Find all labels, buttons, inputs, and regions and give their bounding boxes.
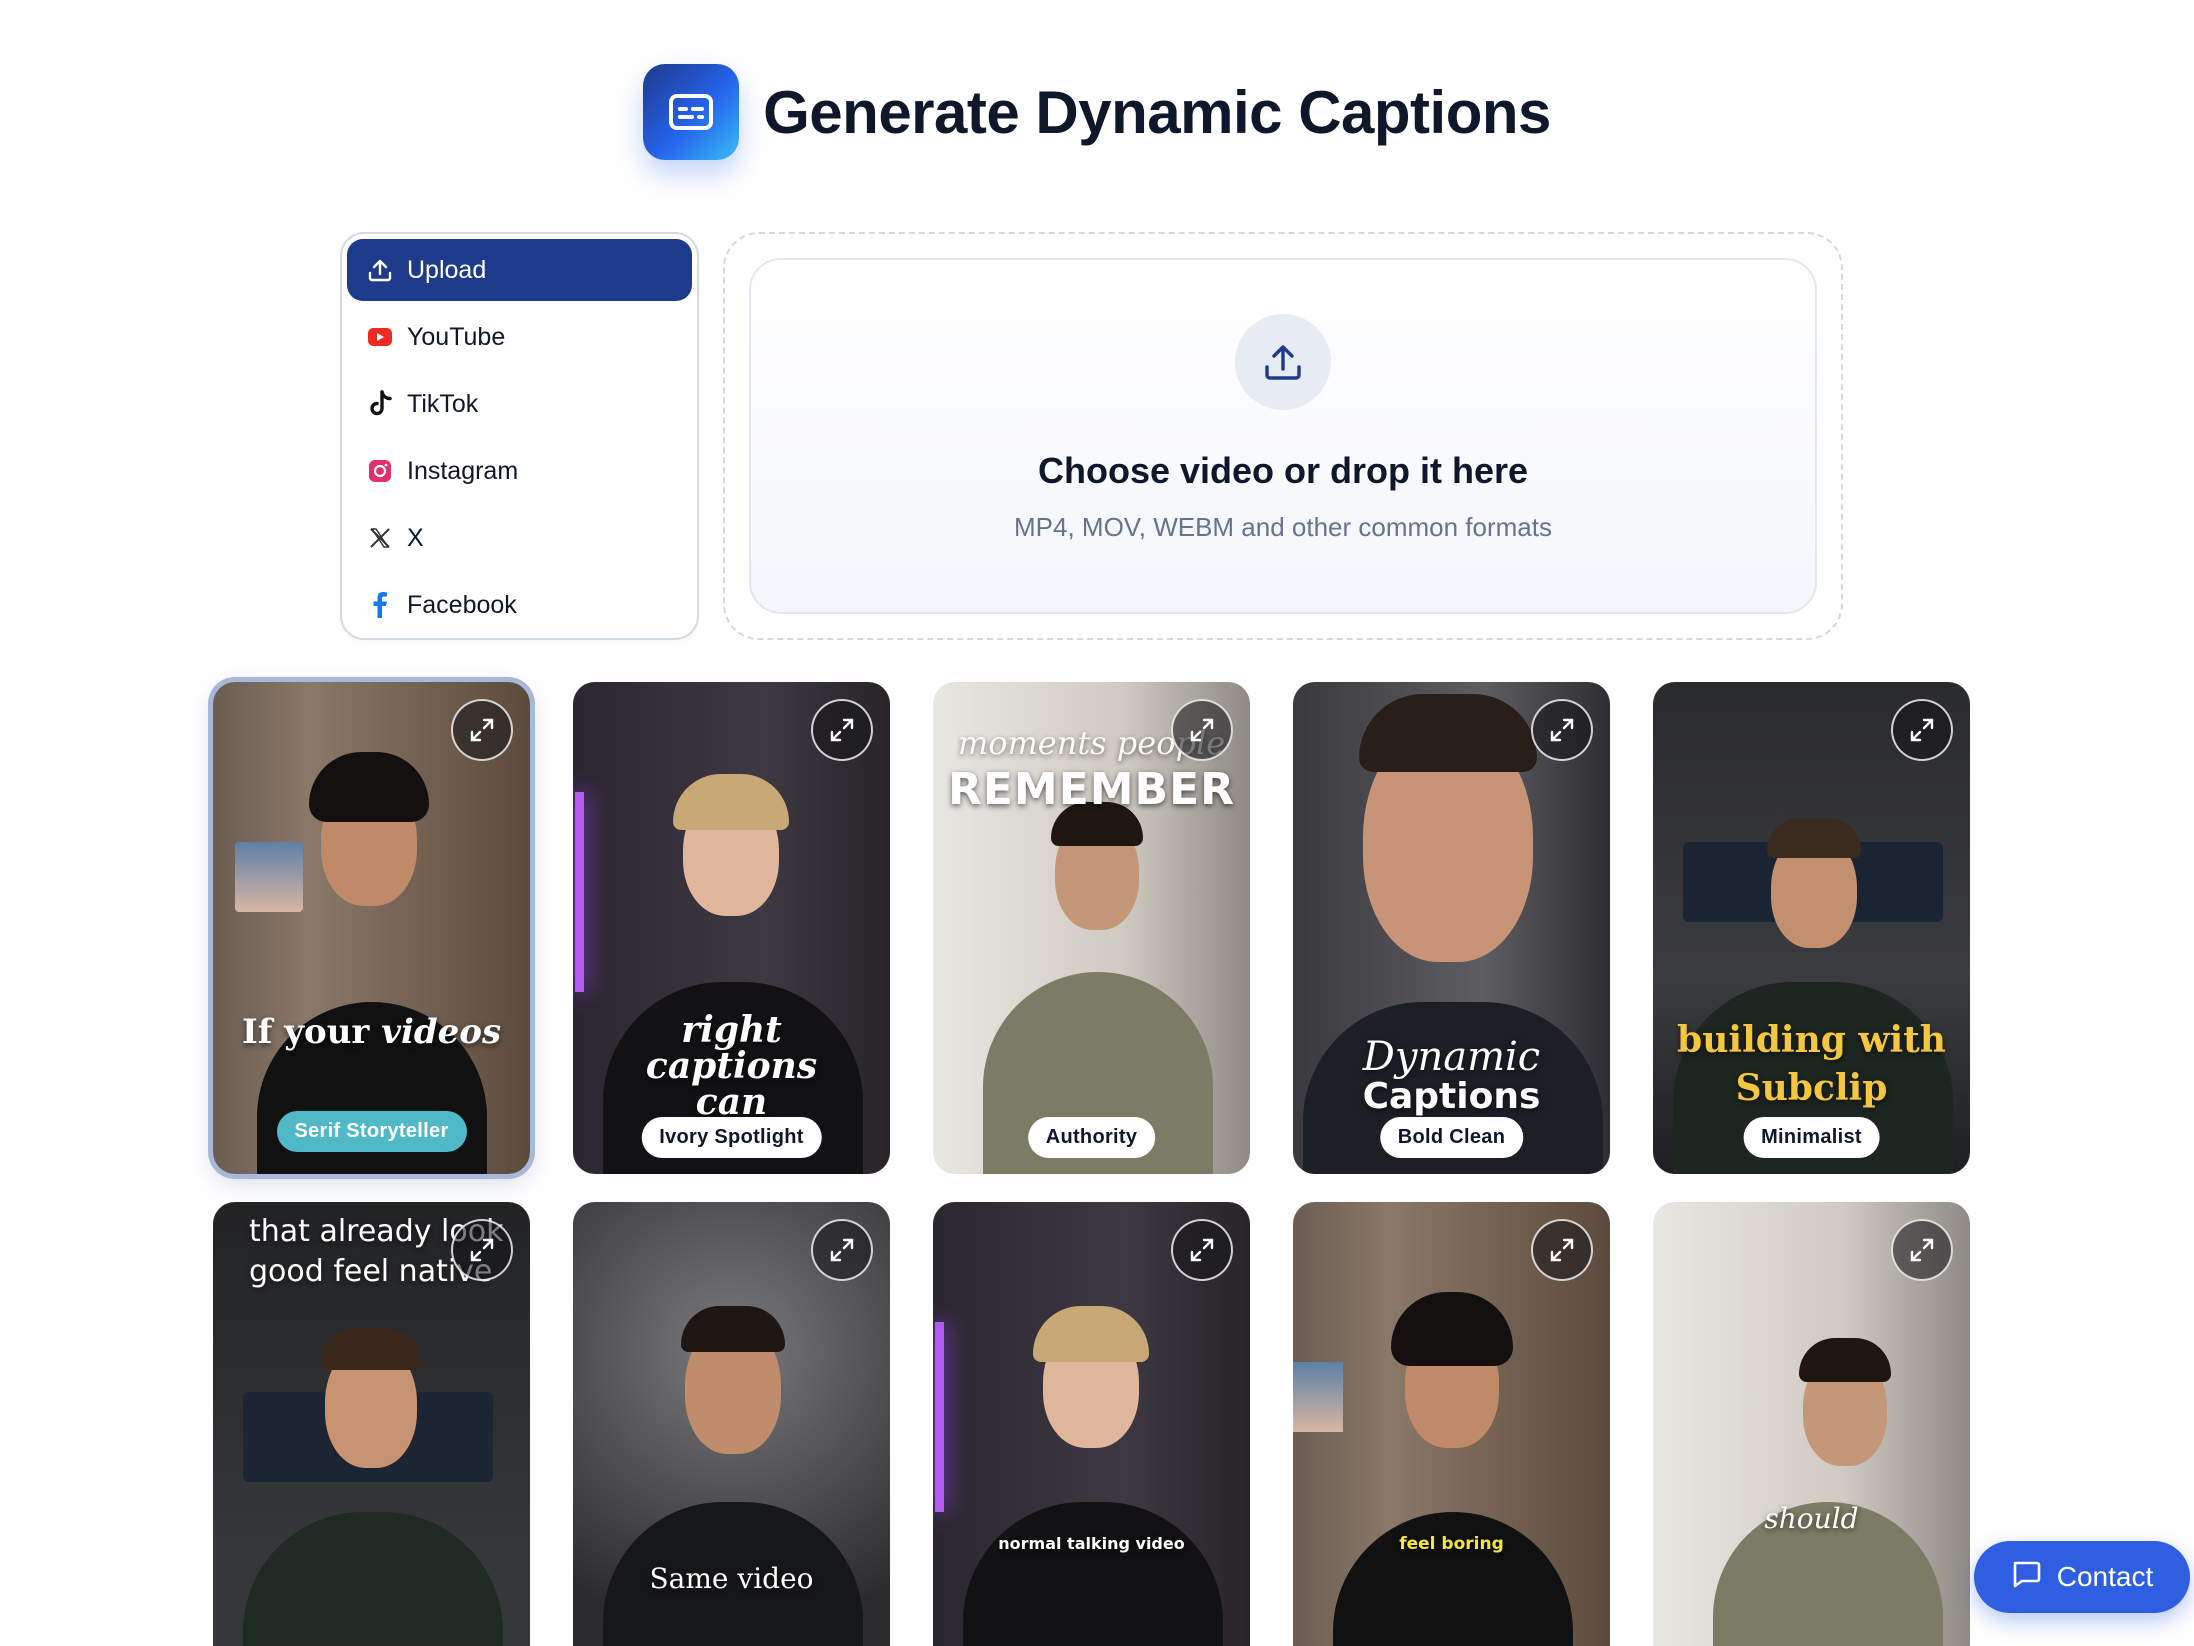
style-card-8[interactable]: normal talking video — [933, 1202, 1250, 1646]
caption-preview: building with Subclip — [1677, 1019, 1946, 1109]
tiktok-icon — [365, 389, 395, 419]
style-name-badge: Ivory Spotlight — [641, 1117, 822, 1158]
person-hair — [309, 752, 429, 822]
captions-icon — [643, 64, 740, 160]
style-name-badge: Serif Storyteller — [276, 1111, 467, 1152]
source-nav: Upload YouTube TikTok Instagram X Facebo… — [340, 232, 699, 640]
caption-preview: If your videos — [241, 1012, 502, 1052]
source-tab-youtube[interactable]: YouTube — [347, 306, 692, 368]
chat-icon — [2011, 1560, 2041, 1595]
contact-button[interactable]: Contact — [1974, 1541, 2190, 1613]
person-hair — [673, 774, 789, 830]
expand-icon[interactable] — [451, 699, 513, 761]
expand-icon[interactable] — [1171, 699, 1233, 761]
expand-icon[interactable] — [811, 699, 873, 761]
expand-icon[interactable] — [1531, 699, 1593, 761]
source-tab-label: Upload — [407, 255, 487, 284]
expand-icon[interactable] — [451, 1219, 513, 1281]
person-hair — [1391, 1292, 1513, 1366]
person-torso — [963, 1502, 1223, 1646]
source-tab-instagram[interactable]: Instagram — [347, 440, 692, 502]
caption-preview: feel boring — [1399, 1534, 1504, 1554]
style-card-minimalist[interactable]: building with Subclip Minimalist — [1653, 682, 1970, 1174]
caption-style-grid: If your videos Serif Storyteller right ca… — [213, 682, 1983, 1646]
style-card-bold-clean[interactable]: Dynamic Captions Bold Clean — [1293, 682, 1610, 1174]
caption-preview: right captions can — [645, 1009, 818, 1123]
person-torso — [1333, 1512, 1573, 1646]
upload-icon — [365, 255, 395, 285]
x-icon — [365, 523, 395, 553]
person-hair — [681, 1306, 785, 1352]
style-card-authority[interactable]: moments people REMEMBER Authority — [933, 682, 1250, 1174]
dropzone-panel[interactable]: Choose video or drop it here MP4, MOV, W… — [749, 258, 1817, 614]
person-hair — [1767, 818, 1861, 858]
style-card-7[interactable]: Same video — [573, 1202, 890, 1646]
style-card-6[interactable]: that already look good feel native — [213, 1202, 530, 1646]
source-tab-tiktok[interactable]: TikTok — [347, 373, 692, 435]
caption-preview: should — [1764, 1502, 1859, 1535]
expand-icon[interactable] — [1171, 1219, 1233, 1281]
person-hair — [1359, 694, 1537, 772]
style-name-badge: Minimalist — [1743, 1117, 1880, 1158]
caption-preview-line-2: REMEMBER — [947, 764, 1236, 815]
dropzone-subtitle: MP4, MOV, WEBM and other common formats — [1014, 512, 1552, 542]
caption-preview-line-1: Dynamic — [1362, 1034, 1541, 1080]
source-tab-label: X — [407, 523, 424, 552]
page-header: Generate Dynamic Captions — [0, 62, 2194, 162]
facebook-icon — [365, 590, 395, 620]
person-torso — [243, 1512, 503, 1646]
style-name-badge: Bold Clean — [1379, 1117, 1524, 1158]
source-tab-label: Facebook — [407, 590, 517, 619]
person-hair — [1033, 1306, 1149, 1362]
caption-preview: Same video — [649, 1562, 814, 1595]
style-card-10[interactable]: should — [1653, 1202, 1970, 1646]
expand-icon[interactable] — [1531, 1219, 1593, 1281]
background-monitor — [1293, 1362, 1343, 1432]
background-light — [575, 792, 584, 992]
instagram-icon — [365, 456, 395, 486]
source-tab-x[interactable]: X — [347, 507, 692, 569]
background-light — [935, 1322, 944, 1512]
contact-label: Contact — [2056, 1561, 2154, 1592]
background-monitor — [235, 842, 303, 912]
expand-icon[interactable] — [811, 1219, 873, 1281]
dropzone-title: Choose video or drop it here — [1037, 450, 1529, 491]
style-name-badge: Authority — [1027, 1117, 1156, 1158]
source-tab-label: TikTok — [407, 389, 479, 418]
source-tab-upload[interactable]: Upload — [347, 239, 692, 301]
style-card-9[interactable]: feel boring — [1293, 1202, 1610, 1646]
person-hair — [1799, 1338, 1891, 1382]
youtube-icon — [365, 322, 395, 352]
person-hair — [321, 1328, 421, 1370]
upload-icon — [1235, 314, 1331, 410]
caption-preview-line-2: Captions — [1362, 1076, 1541, 1117]
source-tab-facebook[interactable]: Facebook — [347, 574, 692, 636]
caption-preview: normal talking video — [998, 1534, 1185, 1553]
expand-icon[interactable] — [1891, 699, 1953, 761]
page-title: Generate Dynamic Captions — [763, 78, 1551, 146]
style-card-serif-storyteller[interactable]: If your videos Serif Storyteller — [213, 682, 530, 1174]
source-tab-label: Instagram — [407, 456, 519, 485]
source-tab-label: YouTube — [407, 322, 506, 351]
upload-dropzone[interactable]: Choose video or drop it here MP4, MOV, W… — [723, 232, 1843, 640]
style-card-ivory-spotlight[interactable]: right captions can Ivory Spotlight — [573, 682, 890, 1174]
expand-icon[interactable] — [1891, 1219, 1953, 1281]
